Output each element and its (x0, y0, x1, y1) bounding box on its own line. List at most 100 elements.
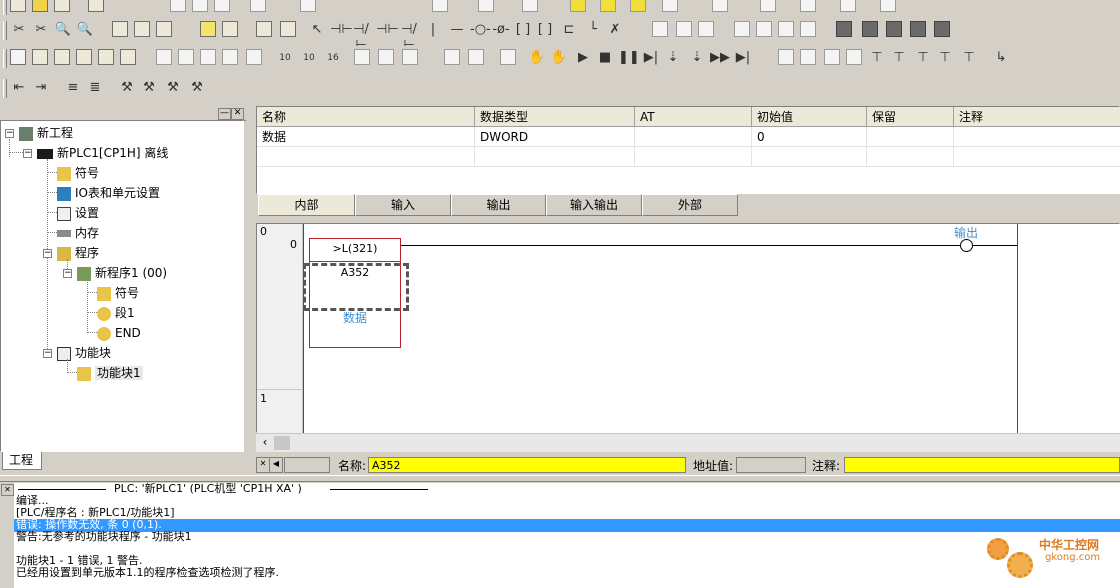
pane-close-icon[interactable]: ✕ (231, 108, 244, 120)
upload-icon[interactable] (354, 49, 370, 65)
tree-item-function-blocks[interactable]: 功能块 (57, 344, 111, 362)
transfer-icon[interactable] (800, 0, 816, 12)
online-icon[interactable] (522, 0, 538, 12)
tree-item-symbols[interactable]: 符号 (57, 164, 99, 182)
tree-icon[interactable]: ⊤ (960, 50, 978, 66)
table-cell[interactable] (954, 127, 1120, 147)
tree-plc[interactable]: 新PLC1[CP1H] 离线 (37, 144, 168, 162)
line-connect-icon[interactable]: └ (584, 22, 602, 38)
outdent-icon[interactable]: ⇥ (32, 80, 50, 96)
rung-comment-icon[interactable] (222, 21, 238, 37)
wand-icon[interactable]: ⚒ (140, 80, 158, 96)
comment-icon[interactable] (134, 21, 150, 37)
save-icon[interactable] (54, 0, 70, 12)
name-field[interactable]: A352 (368, 457, 686, 473)
coil-icon[interactable]: -○- (470, 22, 491, 38)
table-cell[interactable]: 0 (752, 127, 867, 147)
format-icon[interactable] (824, 49, 840, 65)
tree-icon[interactable]: ⊤ (914, 50, 932, 66)
warning-icon[interactable] (630, 0, 646, 12)
help-pointer-icon[interactable] (478, 0, 494, 12)
tab-input[interactable]: 输入 (355, 194, 451, 216)
scroll-thumb[interactable] (274, 436, 290, 450)
collapse-toggle[interactable]: − (63, 269, 72, 278)
vertical-line-icon[interactable]: | (424, 22, 442, 38)
nav-left-icon[interactable]: ✕ (256, 457, 270, 473)
tab-output[interactable]: 输出 (451, 194, 546, 216)
memory-icon[interactable] (836, 21, 852, 37)
transfer-icon[interactable] (880, 0, 896, 12)
table-cell[interactable] (635, 127, 752, 147)
tab-input-output[interactable]: 输入输出 (546, 194, 642, 216)
info-icon[interactable] (432, 0, 448, 12)
column-header[interactable]: 名称 (257, 107, 475, 127)
number-16-icon[interactable]: 16 (324, 50, 342, 66)
online-edit-icon[interactable] (698, 21, 714, 37)
toolbar-grip[interactable] (3, 0, 7, 15)
show-comments-icon[interactable] (200, 21, 216, 37)
or-contact-icon[interactable]: ⊣⊢ (376, 22, 399, 38)
compare-icon[interactable] (712, 0, 728, 12)
memory-icon[interactable] (934, 21, 950, 37)
column-header[interactable]: AT (635, 107, 752, 127)
horizontal-line-icon[interactable]: — (448, 22, 466, 38)
cut-icon[interactable]: ✂ (10, 22, 28, 38)
collapse-toggle[interactable]: − (43, 349, 52, 358)
transfer-icon[interactable] (800, 21, 816, 37)
table-cell-empty[interactable] (635, 147, 752, 167)
fb-icon[interactable] (178, 49, 194, 65)
tree-icon[interactable]: ⊤ (890, 50, 908, 66)
zoom-in-icon[interactable]: 🔍 (54, 22, 72, 38)
zoom-out-icon[interactable]: 🔍 (76, 22, 94, 38)
transfer-icon[interactable] (778, 21, 794, 37)
memory-icon[interactable] (886, 21, 902, 37)
cross-ref-icon[interactable] (98, 49, 114, 65)
column-header[interactable]: 注释 (954, 107, 1120, 127)
stop-icon[interactable]: ■ (596, 50, 614, 66)
column-header[interactable]: 初始值 (752, 107, 867, 127)
no-contact-icon[interactable]: ⊣⊢ (330, 22, 353, 38)
pause-icon[interactable]: ❚❚ (618, 50, 640, 66)
list-icon[interactable] (156, 21, 172, 37)
nc-contact-icon[interactable]: ⊣/⊢ (352, 22, 370, 53)
format-icon[interactable] (800, 49, 816, 65)
tab-project[interactable]: 工程 (2, 452, 42, 470)
sim-icon[interactable] (444, 49, 460, 65)
table-cell-empty[interactable] (257, 147, 475, 167)
find-icon[interactable] (300, 0, 316, 12)
wand-icon[interactable]: ⚒ (188, 80, 206, 96)
comment-field[interactable] (844, 457, 1120, 473)
open-icon[interactable] (32, 0, 48, 12)
list-icon[interactable]: ≡ (64, 80, 82, 96)
collapse-toggle[interactable]: − (23, 149, 32, 158)
tree-item-memory[interactable]: 内存 (57, 224, 99, 242)
toolbar-grip[interactable] (3, 79, 7, 98)
copy-icon[interactable] (192, 0, 208, 12)
transfer-icon[interactable] (734, 21, 750, 37)
ct-icon[interactable] (280, 21, 296, 37)
window-icon[interactable] (760, 0, 776, 12)
collapse-toggle[interactable]: − (5, 129, 14, 138)
step-icon[interactable]: ▶| (642, 50, 660, 66)
play-icon[interactable]: ▶ (574, 50, 592, 66)
sma-icon[interactable] (256, 21, 272, 37)
scroll-left-icon[interactable]: ‹ (258, 435, 272, 450)
output-close-icon[interactable]: ✕ (1, 484, 14, 496)
new-icon[interactable] (10, 0, 26, 12)
wand-icon[interactable]: ⚒ (118, 80, 136, 96)
column-header[interactable]: 保留 (867, 107, 954, 127)
tree-item-section[interactable]: 段1 (97, 304, 135, 322)
number-10-icon[interactable]: 10 (276, 50, 294, 66)
tab-internal[interactable]: 内部 (258, 194, 355, 216)
line-delete-icon[interactable]: ✗ (606, 22, 624, 38)
instruction-icon[interactable]: ⊏ (560, 22, 578, 38)
tree-item-function-block[interactable]: 功能块1 (77, 364, 143, 382)
step-icon[interactable]: ⇣ (664, 50, 682, 66)
transfer-icon[interactable] (840, 0, 856, 12)
project-window-icon[interactable] (10, 49, 26, 65)
online-edit-icon[interactable] (652, 21, 668, 37)
tab-external[interactable]: 外部 (642, 194, 738, 216)
instruction-icon[interactable]: [ ] (536, 22, 554, 38)
return-icon[interactable]: ↳ (992, 50, 1010, 66)
tree-item-end[interactable]: END (97, 324, 141, 342)
